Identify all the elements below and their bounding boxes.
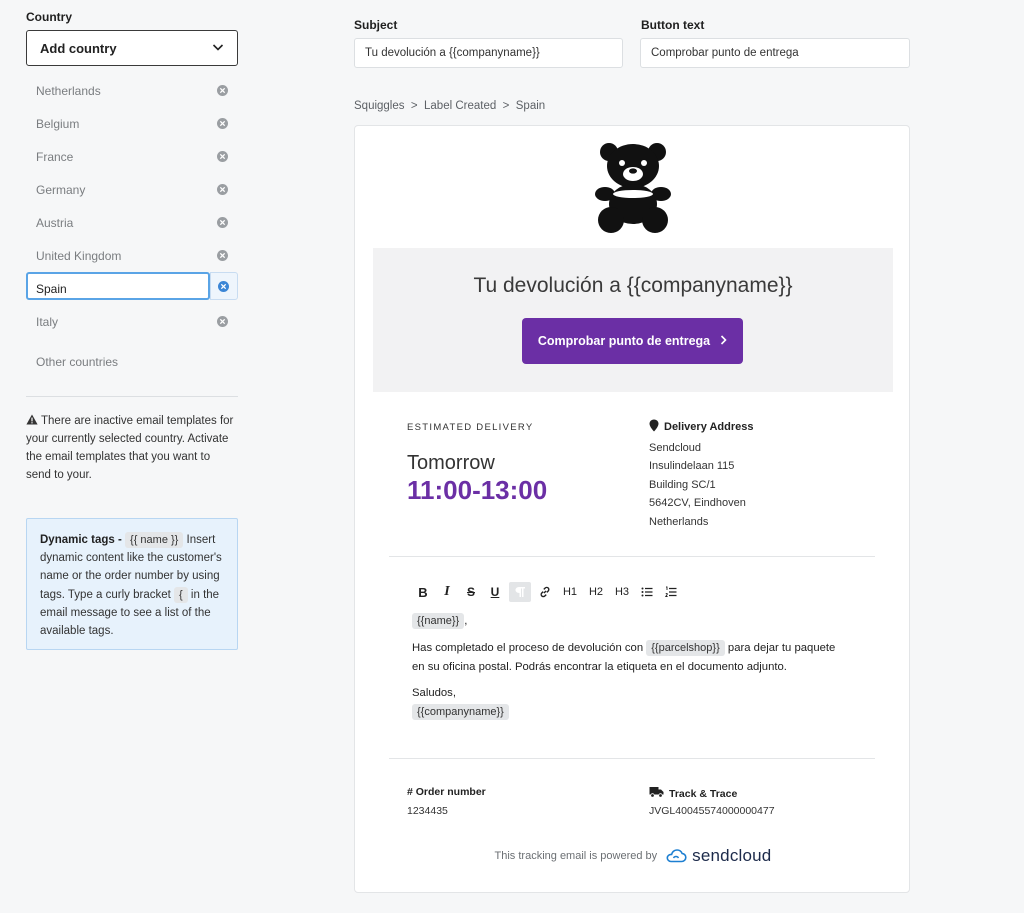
country-name: Italy: [36, 314, 59, 329]
address-line: Insulindelaan 115: [649, 460, 735, 473]
saludos-text: Saludos,: [412, 687, 456, 699]
address-line: Building SC/1: [649, 478, 716, 491]
divider: [389, 758, 875, 759]
paragraph-text: para dejar tu paquete: [727, 642, 836, 654]
paragraph-text: Has completado el proceso de devolución …: [412, 642, 644, 654]
name-tag-chip: {{ name }}: [125, 532, 184, 548]
email-hero: Tu devolución a {{companyname}} Comproba…: [373, 248, 893, 392]
greeting-line: {{name}},: [412, 612, 467, 631]
brand-name: sendcloud: [692, 846, 772, 865]
delivery-address: Sendcloud Insulindelaan 115 Building SC/…: [649, 439, 746, 531]
subject-input[interactable]: Tu devolución a {{companyname}}: [354, 38, 623, 68]
country-name: Spain: [36, 281, 67, 296]
order-number-label: # Order number: [407, 786, 486, 798]
email-hero-title: Tu devolución a {{companyname}}: [473, 274, 793, 297]
track-trace-value: JVGL40045574000000477: [649, 805, 775, 817]
powered-by-text: This tracking email is powered by: [494, 850, 658, 862]
country-label: Country: [26, 10, 72, 24]
warning-icon: [26, 414, 41, 427]
delivery-address-heading: Delivery Address: [649, 419, 753, 435]
country-item-belgium[interactable]: Belgium: [26, 107, 238, 140]
add-country-select[interactable]: Add country: [26, 30, 238, 66]
bold-button[interactable]: B: [411, 582, 435, 602]
parcelshop-tag: {{parcelshop}}: [646, 640, 725, 656]
greeting-suffix: ,: [464, 615, 468, 627]
country-item-germany[interactable]: Germany: [26, 173, 238, 206]
country-item-italy[interactable]: Italy: [26, 305, 238, 338]
remove-country-icon[interactable]: [217, 249, 228, 261]
country-item-united-kingdom[interactable]: United Kingdom: [26, 239, 238, 272]
signoff: Saludos, {{companyname}}: [412, 684, 509, 722]
name-tag: {{name}}: [412, 613, 465, 629]
add-country-label: Add country: [40, 40, 117, 56]
remove-country-icon[interactable]: [217, 150, 228, 162]
powered-by-footer: This tracking email is powered by sendcl…: [355, 846, 911, 866]
address-line: Sendcloud: [649, 442, 701, 454]
country-name: United Kingdom: [36, 248, 122, 263]
heading-2-button[interactable]: H2: [583, 582, 609, 602]
tags-title: Dynamic tags -: [40, 534, 122, 546]
truck-icon: [649, 786, 664, 801]
sendcloud-logo: sendcloud: [665, 846, 771, 866]
address-line: 5642CV, Eindhoven: [649, 497, 746, 510]
email-preview: Tu devolución a {{companyname}} Comproba…: [354, 125, 910, 893]
country-name: Austria: [36, 215, 74, 230]
check-delivery-point-button[interactable]: Comprobar punto de entrega: [522, 318, 743, 364]
remove-country-icon[interactable]: [218, 280, 229, 292]
breadcrumb: Squiggles > Label Created > Spain: [354, 100, 546, 112]
paragraph-line-2: en su oficina postal. Podrás encontrar l…: [412, 661, 787, 673]
delivery-time: 11:00-13:00: [407, 475, 548, 505]
remove-country-icon[interactable]: [217, 216, 228, 228]
chevron-right-icon: [720, 334, 727, 348]
country-name: Netherlands: [36, 83, 101, 98]
heading-3-button[interactable]: H3: [609, 582, 635, 602]
country-item-france[interactable]: France: [26, 140, 238, 173]
chevron-down-icon: [212, 41, 224, 56]
paragraph-icon[interactable]: [509, 582, 531, 602]
country-item-austria[interactable]: Austria: [26, 206, 238, 239]
country-name: Germany: [36, 182, 86, 197]
bullet-list-icon[interactable]: [635, 582, 659, 602]
country-name: France: [36, 149, 74, 164]
divider: [389, 556, 875, 557]
divider: [26, 396, 238, 397]
address-label: Delivery Address: [664, 421, 754, 433]
warning-text: There are inactive email templates for y…: [26, 415, 234, 481]
subject-label: Subject: [354, 18, 398, 32]
link-icon[interactable]: [533, 582, 557, 602]
inactive-templates-warning: There are inactive email templates for y…: [26, 412, 238, 484]
other-countries-link[interactable]: Other countries: [36, 355, 118, 369]
remove-country-icon[interactable]: [217, 315, 228, 327]
address-line: Netherlands: [649, 515, 709, 528]
paragraph-line-1: Has completado el proceso de devolución …: [412, 639, 835, 658]
bracket-chip: {: [174, 586, 188, 603]
country-item-spain[interactable]: Spain: [26, 272, 238, 305]
country-name: Belgium: [36, 116, 80, 131]
remove-country-icon[interactable]: [217, 117, 228, 129]
order-number-value: 1234435: [407, 805, 448, 817]
track-trace-heading: Track & Trace: [649, 786, 737, 801]
hero-button-label: Comprobar punto de entrega: [537, 334, 711, 348]
remove-country-icon[interactable]: [217, 183, 228, 195]
italic-button[interactable]: I: [435, 582, 459, 602]
email-paragraph[interactable]: Has completado el proceso de devolución …: [412, 639, 835, 677]
remove-country-icon[interactable]: [217, 84, 228, 96]
button-text-label: Button text: [641, 18, 705, 32]
teddy-bear-logo: [595, 143, 671, 233]
strikethrough-button[interactable]: S: [459, 582, 483, 602]
track-trace-label: Track & Trace: [669, 787, 738, 800]
companyname-tag: {{companyname}}: [412, 704, 509, 720]
cloud-icon: [666, 849, 687, 863]
editor-toolbar: B I S U H1 H2 H3: [411, 582, 683, 602]
dynamic-tags-info: Dynamic tags - {{ name }} Insert dynamic…: [26, 518, 238, 650]
underline-button[interactable]: U: [483, 582, 507, 602]
heading-1-button[interactable]: H1: [557, 582, 583, 602]
location-pin-icon: [649, 419, 659, 435]
estimated-delivery-label: ESTIMATED DELIVERY: [407, 422, 534, 433]
country-list: Netherlands Belgium France Germany Austr…: [26, 74, 238, 338]
delivery-day: Tomorrow: [407, 452, 495, 474]
country-item-netherlands[interactable]: Netherlands: [26, 74, 238, 107]
numbered-list-icon[interactable]: [659, 582, 683, 602]
button-text-input[interactable]: Comprobar punto de entrega: [640, 38, 910, 68]
